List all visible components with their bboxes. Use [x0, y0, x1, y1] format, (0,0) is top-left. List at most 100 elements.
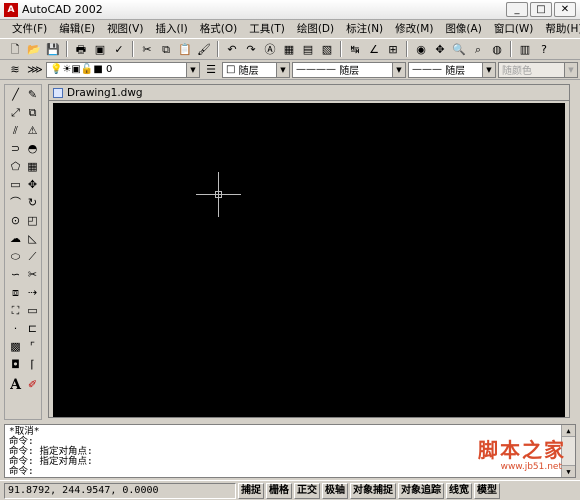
lengthen-icon[interactable]: ⟋	[24, 249, 41, 265]
ucs-icon[interactable]: 🔍	[450, 40, 468, 58]
chamfer-icon[interactable]: ⌜	[24, 339, 41, 355]
snap-toggle[interactable]: 捕捉	[238, 482, 264, 499]
match-properties-icon[interactable]: 🖌	[195, 40, 213, 58]
linetype-combo[interactable]: ———— 随层 ▼	[292, 61, 406, 78]
line-tool-icon[interactable]: ▦	[280, 40, 298, 58]
pan-tool-icon[interactable]: ↹	[346, 40, 364, 58]
chevron-down-icon[interactable]: ▼	[186, 62, 199, 77]
help-icon[interactable]: ?	[535, 40, 553, 58]
layer-combo[interactable]: 💡☀▣🔓■ 0 ▼	[46, 61, 200, 78]
cut-icon[interactable]: ✂	[138, 40, 156, 58]
named-views-icon[interactable]: ◉	[412, 40, 430, 58]
erase-icon[interactable]: ✎	[24, 87, 41, 103]
layer-manager-icon[interactable]: ≋	[6, 61, 24, 79]
menu-edit[interactable]: 编辑(E)	[53, 20, 101, 38]
stretch-icon[interactable]: ◺	[24, 231, 41, 247]
ortho-toggle[interactable]: 正交	[294, 482, 320, 499]
offset-icon[interactable]: ◓	[24, 141, 41, 157]
trim-icon[interactable]: ✂	[24, 267, 41, 283]
redo-icon[interactable]: ↷	[242, 40, 260, 58]
grid-toggle[interactable]: 栅格	[266, 482, 292, 499]
menu-window[interactable]: 窗口(W)	[488, 20, 540, 38]
menu-help[interactable]: 帮助(H)	[539, 20, 580, 38]
menu-tools[interactable]: 工具(T)	[243, 20, 291, 38]
3d-orbit-icon[interactable]: ✥	[431, 40, 449, 58]
menu-dimension[interactable]: 标注(N)	[340, 20, 389, 38]
design-center-icon[interactable]: ◍	[488, 40, 506, 58]
new-file-icon[interactable]: 🗋	[6, 40, 24, 58]
hatch-icon[interactable]: ▩	[7, 339, 24, 355]
lineweight-combo[interactable]: ——— 随层 ▼	[408, 61, 496, 78]
lineweight-line: ———	[412, 64, 446, 75]
maximize-button[interactable]: □	[530, 2, 552, 17]
arc-icon[interactable]: ⌒	[7, 195, 24, 211]
scroll-down-icon[interactable]: ▼	[562, 465, 575, 477]
layer-states-icon[interactable]: ⋙	[26, 61, 44, 79]
region-icon[interactable]: ◘	[7, 357, 24, 373]
model-toggle[interactable]: 模型	[474, 482, 500, 499]
scale-icon[interactable]: ◰	[24, 213, 41, 229]
revision-cloud-icon[interactable]: ☁	[7, 231, 24, 247]
make-block-icon[interactable]: ⛶	[7, 303, 24, 319]
zoom-window-icon[interactable]: ⊞	[384, 40, 402, 58]
chevron-down-icon[interactable]: ▼	[276, 62, 289, 77]
circle-icon[interactable]: ⊙	[7, 213, 24, 229]
copy-object-icon[interactable]: ⧉	[24, 105, 41, 121]
spelling-icon[interactable]: ✓	[110, 40, 128, 58]
close-button[interactable]: ✕	[554, 2, 576, 17]
polygon-icon[interactable]: ⬠	[7, 159, 24, 175]
polyline-icon[interactable]: ⊃	[7, 141, 24, 157]
properties-icon[interactable]: ⌕	[469, 40, 487, 58]
multiline-text-icon[interactable]: A	[7, 377, 24, 393]
undo-icon[interactable]: ↶	[223, 40, 241, 58]
osnap-toggle[interactable]: 对象捕捉	[350, 482, 396, 499]
minimize-button[interactable]: _	[506, 2, 528, 17]
rotate-icon[interactable]: ↻	[24, 195, 41, 211]
mirror-icon[interactable]: ⚠	[24, 123, 41, 139]
print-icon[interactable]: 🖶	[72, 40, 90, 58]
fillet-icon[interactable]: ⌈	[24, 357, 41, 373]
break-at-point-icon[interactable]: ⊏	[24, 321, 41, 337]
explode-icon[interactable]: ✐	[24, 377, 41, 393]
save-icon[interactable]: 💾	[44, 40, 62, 58]
dimension-tool-icon[interactable]: ▤	[299, 40, 317, 58]
ellipse-icon[interactable]: ⬭	[7, 249, 24, 265]
autocad-today-icon[interactable]: Ⓐ	[261, 40, 279, 58]
zoom-realtime-icon[interactable]: ∠	[365, 40, 383, 58]
spline-icon[interactable]: ∽	[7, 267, 24, 283]
array-icon[interactable]: ▦	[24, 159, 41, 175]
drawing-canvas[interactable]	[53, 103, 565, 417]
menu-image[interactable]: 图像(A)	[439, 20, 487, 38]
multiline-icon[interactable]: ⫽	[7, 123, 24, 139]
menu-insert[interactable]: 插入(I)	[149, 20, 193, 38]
text-tool-icon[interactable]: ▧	[318, 40, 336, 58]
chevron-down-icon[interactable]: ▼	[392, 62, 405, 77]
construction-line-icon[interactable]: ⤢	[7, 105, 24, 121]
rectangle-icon[interactable]: ▭	[7, 177, 24, 193]
otrack-toggle[interactable]: 对象追踪	[398, 482, 444, 499]
command-input[interactable]: 命令:	[9, 467, 571, 477]
copy-icon[interactable]: ⧉	[157, 40, 175, 58]
line-icon[interactable]: ╱	[7, 87, 24, 103]
menu-draw[interactable]: 绘图(D)	[291, 20, 340, 38]
make-layer-current-icon[interactable]: ☰	[202, 61, 220, 79]
polar-toggle[interactable]: 极轴	[322, 482, 348, 499]
tool-palette-icon[interactable]: ▥	[516, 40, 534, 58]
layer-state-icons: 💡☀▣🔓■	[50, 64, 106, 75]
break-icon[interactable]: ▭	[24, 303, 41, 319]
insert-block-icon[interactable]: ⧈	[7, 285, 24, 301]
point-icon[interactable]: ·	[7, 321, 24, 337]
color-combo[interactable]: □ 随层 ▼	[222, 61, 290, 78]
menu-view[interactable]: 视图(V)	[101, 20, 149, 38]
print-preview-icon[interactable]: ▣	[91, 40, 109, 58]
extend-icon[interactable]: ⇢	[24, 285, 41, 301]
lineweight-toggle[interactable]: 线宽	[446, 482, 472, 499]
chevron-down-icon[interactable]: ▼	[482, 62, 495, 77]
paste-icon[interactable]: 📋	[176, 40, 194, 58]
menu-modify[interactable]: 修改(M)	[389, 20, 439, 38]
move-icon[interactable]: ✥	[24, 177, 41, 193]
open-file-icon[interactable]: 📂	[25, 40, 43, 58]
menu-file[interactable]: 文件(F)	[6, 20, 53, 38]
menu-format[interactable]: 格式(O)	[194, 20, 243, 38]
coordinate-display[interactable]: 91.8792, 244.9547, 0.0000	[4, 482, 236, 499]
